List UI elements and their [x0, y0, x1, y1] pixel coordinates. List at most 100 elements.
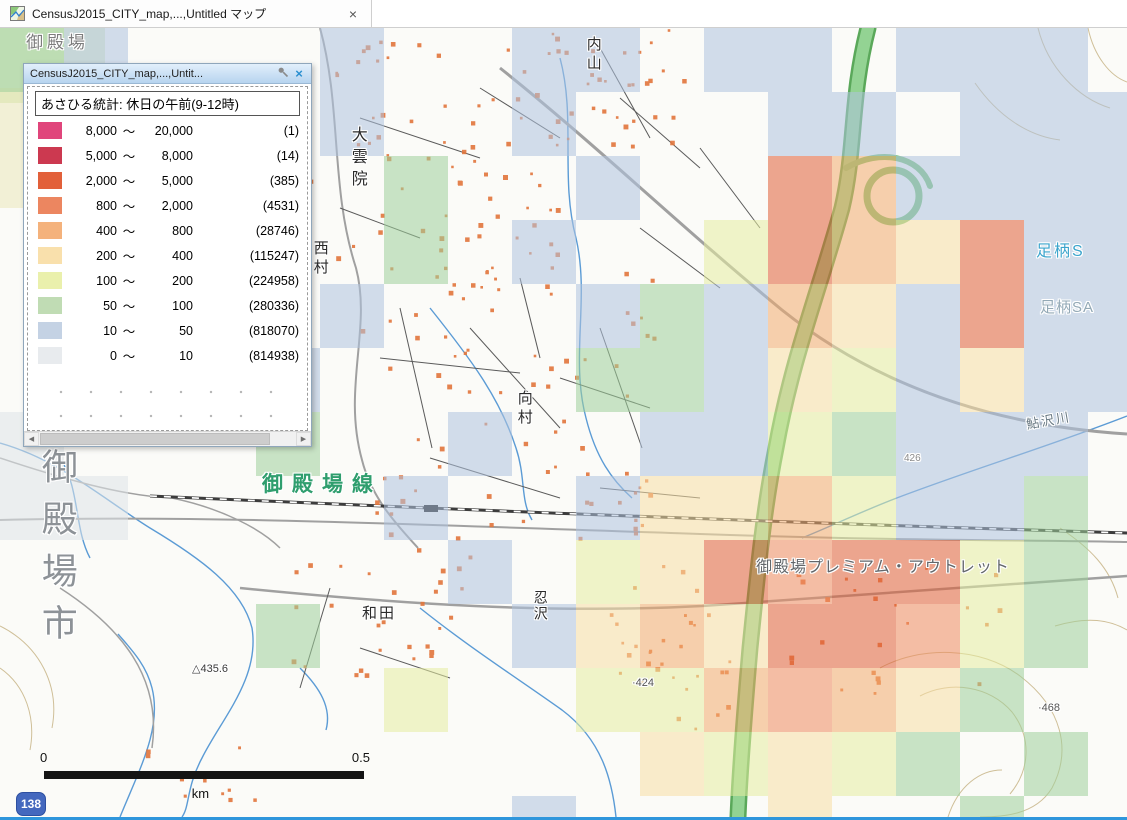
legend-range-from: 5,000 [71, 149, 117, 163]
map-label: 西村 [312, 240, 328, 278]
legend-range-from: 8,000 [71, 124, 117, 138]
scroll-left-button[interactable]: ◀ [24, 432, 39, 446]
legend-swatch [38, 272, 62, 289]
legend-range-to: 800 [141, 224, 193, 238]
legend-row[interactable]: 50〜100(280336) [28, 293, 307, 318]
legend-range-from: 10 [71, 324, 117, 338]
legend-range-to: 2,000 [141, 199, 193, 213]
legend-panel-body: あさひる統計: 休日の午前(9-12時) 8,000〜20,000(1)5,00… [27, 86, 308, 431]
legend-range-from: 100 [71, 274, 117, 288]
map-label: ·468 [1038, 703, 1060, 715]
legend-range-to: 100 [141, 299, 193, 313]
map-window-tab[interactable]: CensusJ2015_CITY_map,...,Untitled マップ × [0, 0, 372, 27]
legend-count: (1) [193, 124, 299, 138]
legend-range-tilde: 〜 [117, 296, 141, 315]
legend-range-tilde: 〜 [117, 221, 141, 240]
scale-bar-rule [44, 771, 364, 779]
legend-range-to: 8,000 [141, 149, 193, 163]
legend-swatch [38, 172, 62, 189]
legend-count: (385) [193, 174, 299, 188]
legend-swatch [38, 197, 62, 214]
map-label: 忍沢 [533, 590, 548, 622]
scale-end-label: 0.5 [352, 750, 370, 765]
legend-range-to: 20,000 [141, 124, 193, 138]
legend-range-from: 2,000 [71, 174, 117, 188]
legend-range-to: 5,000 [141, 174, 193, 188]
scrollbar-track[interactable] [39, 432, 296, 446]
legend-range-tilde: 〜 [117, 321, 141, 340]
map-label: 和田 [362, 606, 396, 622]
legend-panel-titlebar[interactable]: CensusJ2015_CITY_map,...,Untit... × [24, 64, 311, 84]
legend-swatch [38, 122, 62, 139]
close-icon[interactable]: × [291, 66, 307, 81]
map-label: 御殿場 [26, 34, 89, 52]
scrollbar-thumb[interactable] [40, 433, 270, 445]
legend-row[interactable]: 800〜2,000(4531) [28, 193, 307, 218]
scale-start-label: 0 [40, 750, 47, 765]
map-label: ·424 [632, 678, 654, 690]
legend-range-to: 400 [141, 249, 193, 263]
legend-range-tilde: 〜 [117, 246, 141, 265]
map-label: 足柄SA [1040, 300, 1094, 316]
legend-count: (14) [193, 149, 299, 163]
legend-range-tilde: 〜 [117, 196, 141, 215]
legend-row[interactable]: 100〜200(224958) [28, 268, 307, 293]
legend-stat-title[interactable]: あさひる統計: 休日の午前(9-12時) [35, 91, 300, 116]
legend-range-from: 50 [71, 299, 117, 313]
legend-swatch [38, 347, 62, 364]
legend-swatch [38, 247, 62, 264]
legend-range-to: 10 [141, 349, 193, 363]
map-icon [10, 6, 25, 21]
map-label: 御殿場市 [38, 448, 76, 656]
legend-count: (814938) [193, 349, 299, 363]
legend-swatch [38, 147, 62, 164]
legend-row[interactable]: 8,000〜20,000(1) [28, 118, 307, 143]
legend-swatch [38, 322, 62, 339]
legend-row[interactable]: 400〜800(28746) [28, 218, 307, 243]
map-label: 426 [904, 454, 921, 465]
legend-panel-title: CensusJ2015_CITY_map,...,Untit... [30, 68, 275, 80]
map-label: △435.6 [192, 664, 228, 676]
legend-count: (4531) [193, 199, 299, 213]
legend-panel-scrollbar[interactable]: ◀ ▶ [24, 431, 311, 446]
legend-range-tilde: 〜 [117, 146, 141, 165]
legend-count: (115247) [193, 249, 299, 263]
tab-title: CensusJ2015_CITY_map,...,Untitled マップ [32, 5, 338, 22]
legend-range-to: 200 [141, 274, 193, 288]
legend-count: (818070) [193, 324, 299, 338]
map-canvas[interactable]: 御殿場内山大雲院西村向村足柄S足柄SA鮎沢川御殿場線御殿場市和田忍沢御殿場プレミ… [0, 28, 1127, 817]
legend-swatch [38, 297, 62, 314]
window-tab-bar: CensusJ2015_CITY_map,...,Untitled マップ × [0, 0, 1127, 28]
legend-row[interactable]: 10〜50(818070) [28, 318, 307, 343]
legend-row[interactable]: 2,000〜5,000(385) [28, 168, 307, 193]
map-label: 御殿場プレミアム・アウトレット [756, 560, 1010, 577]
scale-unit-label: km [192, 786, 209, 801]
pin-icon[interactable] [275, 65, 291, 83]
legend-range-tilde: 〜 [117, 271, 141, 290]
map-label: 鮎沢川 [1025, 410, 1072, 431]
legend-range-tilde: 〜 [117, 346, 141, 365]
legend-count: (224958) [193, 274, 299, 288]
legend-row[interactable]: 5,000〜8,000(14) [28, 143, 307, 168]
legend-row[interactable]: 0〜10(814938) [28, 343, 307, 368]
map-label: 御殿場線 [262, 474, 382, 496]
map-label: 大雲院 [348, 126, 365, 192]
legend-swatch [38, 222, 62, 239]
legend-range-from: 400 [71, 224, 117, 238]
map-label: 足柄S [1036, 244, 1085, 261]
legend-empty-slots [36, 370, 299, 426]
route-138-badge: 138 [16, 792, 46, 816]
scroll-right-button[interactable]: ▶ [296, 432, 311, 446]
legend-range-from: 0 [71, 349, 117, 363]
tab-close-icon[interactable]: × [345, 6, 361, 22]
legend-count: (28746) [193, 224, 299, 238]
map-label: 向村 [516, 390, 532, 428]
scale-bar: 0 0.5 km [40, 750, 370, 816]
legend-range-tilde: 〜 [117, 121, 141, 140]
legend-range-from: 800 [71, 199, 117, 213]
legend-count: (280336) [193, 299, 299, 313]
legend-rows: 8,000〜20,000(1)5,000〜8,000(14)2,000〜5,00… [28, 118, 307, 368]
legend-row[interactable]: 200〜400(115247) [28, 243, 307, 268]
legend-panel[interactable]: CensusJ2015_CITY_map,...,Untit... × あさひる… [23, 63, 312, 447]
legend-range-tilde: 〜 [117, 171, 141, 190]
